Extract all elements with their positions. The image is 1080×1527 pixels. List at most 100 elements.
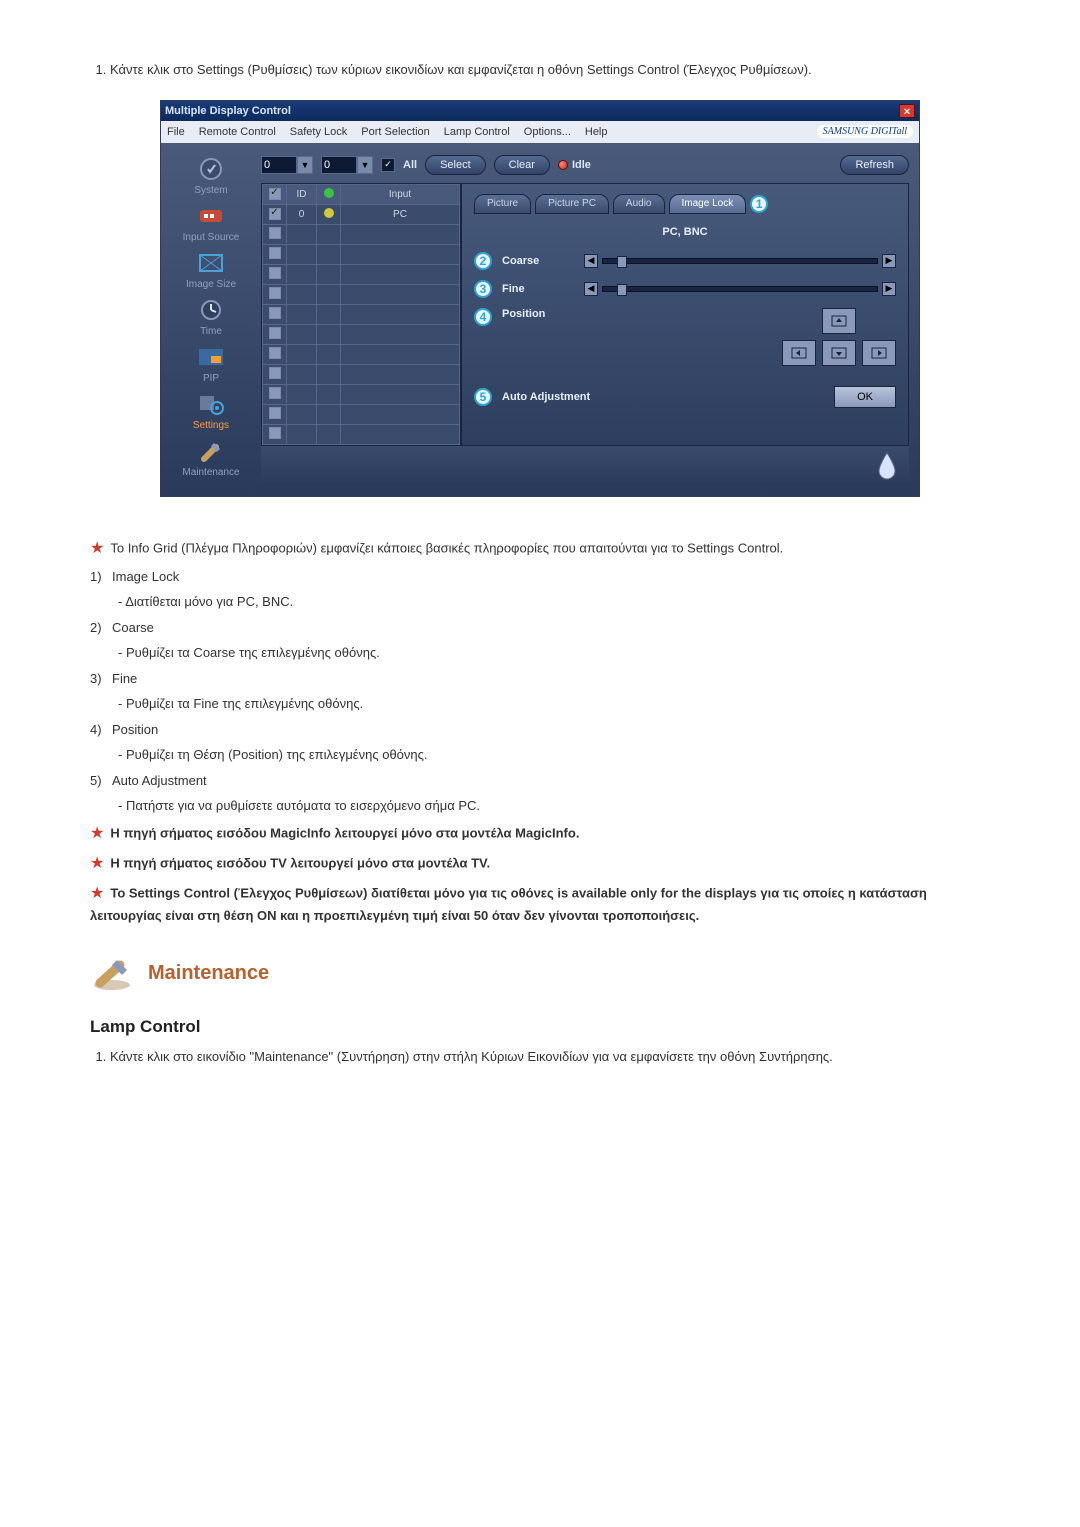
chevron-down-icon[interactable]: ▼ xyxy=(297,156,313,174)
id-to-input[interactable] xyxy=(321,156,357,174)
position-down-button[interactable] xyxy=(822,340,856,366)
chevron-down-icon[interactable]: ▼ xyxy=(357,156,373,174)
table-row[interactable]: 0 PC xyxy=(263,204,460,224)
arrow-right-icon[interactable]: ▶ xyxy=(882,254,896,268)
menu-remote-control[interactable]: Remote Control xyxy=(199,126,276,138)
table-row[interactable] xyxy=(263,284,460,304)
maintenance-title: Maintenance xyxy=(148,962,269,985)
note-4: 4)Position xyxy=(90,720,990,740)
menu-options[interactable]: Options... xyxy=(524,126,571,138)
fine-row: 3 Fine ◀ ▶ xyxy=(474,280,896,298)
callout-2: 2 xyxy=(474,252,492,270)
position-right-button[interactable] xyxy=(862,340,896,366)
sidebar-item-system[interactable]: System xyxy=(194,155,228,196)
sidebar-item-input-source[interactable]: Input Source xyxy=(183,202,240,243)
note-5-sub: - Πατήστε για να ρυθμίσετε αυτόματα το ε… xyxy=(90,796,990,816)
sidebar-label-settings: Settings xyxy=(193,420,229,431)
menu-help[interactable]: Help xyxy=(585,126,608,138)
table-row[interactable] xyxy=(263,264,460,284)
star-icon: ★ xyxy=(90,885,104,902)
sidebar-item-maintenance[interactable]: Maintenance xyxy=(182,437,239,478)
row-checkbox[interactable] xyxy=(269,247,281,259)
coarse-slider[interactable]: ◀ ▶ xyxy=(584,255,896,267)
close-icon[interactable]: × xyxy=(899,104,915,118)
sidebar-item-settings[interactable]: Settings xyxy=(193,390,229,431)
sidebar-item-pip[interactable]: PIP xyxy=(194,343,228,384)
table-row[interactable] xyxy=(263,304,460,324)
coarse-label: Coarse xyxy=(502,255,574,267)
table-row[interactable] xyxy=(263,364,460,384)
menu-lamp-control[interactable]: Lamp Control xyxy=(444,126,510,138)
row-checkbox[interactable] xyxy=(269,387,281,399)
table-row[interactable] xyxy=(263,324,460,344)
auto-adjustment-row: 5 Auto Adjustment OK xyxy=(474,386,896,408)
header-checkbox[interactable] xyxy=(269,188,281,200)
tab-image-lock[interactable]: Image Lock xyxy=(669,194,747,214)
tab-picture-pc[interactable]: Picture PC xyxy=(535,194,609,214)
table-row[interactable] xyxy=(263,244,460,264)
panel-heading: PC, BNC xyxy=(474,226,896,238)
menu-bar: File Remote Control Safety Lock Port Sel… xyxy=(161,121,919,143)
row-checkbox[interactable] xyxy=(269,208,281,220)
image-size-icon xyxy=(194,249,228,277)
tab-picture[interactable]: Picture xyxy=(474,194,531,214)
table-header-row: ID Input xyxy=(263,184,460,204)
all-checkbox[interactable]: ✓ xyxy=(381,158,395,172)
sidebar-label-time: Time xyxy=(200,326,222,337)
table-row[interactable] xyxy=(263,344,460,364)
ok-button[interactable]: OK xyxy=(834,386,896,408)
table-row[interactable] xyxy=(263,224,460,244)
id-from-combo[interactable]: ▼ xyxy=(261,156,313,174)
note-3-sub: - Ρυθμίζει τα Fine της επιλεγμένης οθόνη… xyxy=(90,694,990,714)
title-bar: Multiple Display Control × xyxy=(161,101,919,121)
position-left-button[interactable] xyxy=(782,340,816,366)
clear-button[interactable]: Clear xyxy=(494,155,550,175)
row-checkbox[interactable] xyxy=(269,287,281,299)
sidebar-label-input-source: Input Source xyxy=(183,232,240,243)
fine-slider[interactable]: ◀ ▶ xyxy=(584,283,896,295)
lamp-control-title: Lamp Control xyxy=(90,1017,990,1037)
row-checkbox[interactable] xyxy=(269,227,281,239)
menu-file[interactable]: File xyxy=(167,126,185,138)
instruction-item-1: Κάντε κλικ στο Settings (Ρυθμίσεις) των … xyxy=(110,60,990,80)
row-checkbox[interactable] xyxy=(269,427,281,439)
note-2-sub: - Ρυθμίζει τα Coarse της επιλεγμένης οθό… xyxy=(90,643,990,663)
row-checkbox[interactable] xyxy=(269,327,281,339)
row-checkbox[interactable] xyxy=(269,307,281,319)
col-input: Input xyxy=(341,184,460,204)
row-status xyxy=(317,204,341,224)
info-grid: ID Input 0 PC xyxy=(261,183,461,446)
sidebar: System Input Source Image Size Time PIP xyxy=(171,155,251,486)
table-row[interactable] xyxy=(263,424,460,444)
table-row[interactable] xyxy=(263,384,460,404)
tab-audio[interactable]: Audio xyxy=(613,194,665,214)
refresh-button[interactable]: Refresh xyxy=(840,155,909,175)
star-icon: ★ xyxy=(90,540,104,557)
menu-safety-lock[interactable]: Safety Lock xyxy=(290,126,347,138)
sidebar-label-image-size: Image Size xyxy=(186,279,236,290)
callout-3: 3 xyxy=(474,280,492,298)
pip-icon xyxy=(194,343,228,371)
row-checkbox[interactable] xyxy=(269,407,281,419)
sidebar-item-image-size[interactable]: Image Size xyxy=(186,249,236,290)
arrow-left-icon[interactable]: ◀ xyxy=(584,282,598,296)
row-checkbox[interactable] xyxy=(269,267,281,279)
select-button[interactable]: Select xyxy=(425,155,486,175)
note-star-4: ★Το Settings Control (Έλεγχος Ρυθμίσεων)… xyxy=(90,882,990,926)
note-star-3: ★Η πηγή σήματος εισόδου TV λειτουργεί μό… xyxy=(90,852,990,876)
menu-port-selection[interactable]: Port Selection xyxy=(361,126,429,138)
row-checkbox[interactable] xyxy=(269,347,281,359)
arrow-left-icon[interactable]: ◀ xyxy=(584,254,598,268)
arrow-right-icon[interactable]: ▶ xyxy=(882,282,896,296)
position-row: 4 Position xyxy=(474,308,896,366)
footer-area xyxy=(261,446,909,486)
id-from-input[interactable] xyxy=(261,156,297,174)
table-row[interactable] xyxy=(263,404,460,424)
id-to-combo[interactable]: ▼ xyxy=(321,156,373,174)
star-icon: ★ xyxy=(90,855,104,872)
row-checkbox[interactable] xyxy=(269,367,281,379)
sidebar-item-time[interactable]: Time xyxy=(194,296,228,337)
note-2: 2)Coarse xyxy=(90,618,990,638)
top-controls: ▼ ▼ ✓ All Select Clear Idle Refresh xyxy=(261,155,909,175)
position-up-button[interactable] xyxy=(822,308,856,334)
